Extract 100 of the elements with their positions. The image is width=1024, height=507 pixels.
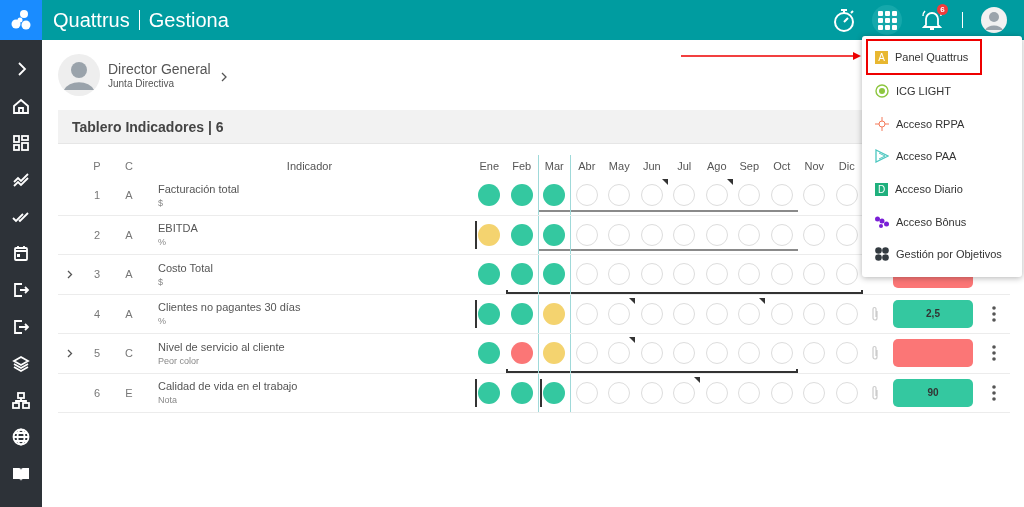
month-status-circle[interactable] <box>543 223 566 246</box>
indicator-name: Calidad de vida en el trabajo <box>158 380 299 393</box>
stopwatch-icon[interactable] <box>832 7 856 33</box>
notification-badge: 6 <box>937 4 948 15</box>
apps-grid-button[interactable] <box>872 5 902 35</box>
target-icon <box>875 84 889 99</box>
app-letter-icon: A <box>875 50 888 64</box>
dashboard-icon[interactable] <box>12 134 30 152</box>
user-avatar[interactable] <box>981 7 1007 33</box>
paperclip-icon[interactable] <box>871 305 879 322</box>
logo-icon[interactable] <box>0 0 42 40</box>
paperclip-icon[interactable] <box>871 345 879 362</box>
indicator-name: Facturación total <box>158 182 241 195</box>
month-status-circle[interactable] <box>478 184 501 207</box>
category-cell-text: A <box>124 189 134 202</box>
expand-chevron-icon[interactable] <box>67 348 73 358</box>
month-status-circle[interactable] <box>478 223 501 246</box>
value-tag: 90 <box>893 378 973 407</box>
column-header: P <box>92 159 102 172</box>
expand-chevron-icon[interactable] <box>67 269 73 279</box>
month-status-circle[interactable] <box>510 184 533 207</box>
indicator-unit: % <box>158 316 167 327</box>
four-dots-icon <box>875 247 889 262</box>
profile-avatar <box>58 54 100 96</box>
calendar-icon[interactable] <box>12 244 30 263</box>
month-status-circle[interactable] <box>478 302 501 325</box>
indicator-unit: $ <box>158 197 164 208</box>
layers-icon[interactable] <box>12 354 30 373</box>
value-tag: 2,5 <box>893 299 973 328</box>
indicator-unit: Peor color <box>158 355 201 366</box>
category-cell-text: E <box>124 386 134 399</box>
indicator-name: Costo Total <box>158 261 214 274</box>
more-options-icon[interactable] <box>992 305 996 322</box>
month-status-circle[interactable] <box>510 302 533 325</box>
position-cell-text: 3 <box>92 268 102 281</box>
month-header: Abr <box>577 158 597 174</box>
profile-name: Director General <box>108 61 211 77</box>
position-cell-text: 5 <box>92 347 102 360</box>
menu-item[interactable]: A Panel Quattrus <box>866 39 982 75</box>
month-status-circle[interactable] <box>478 263 501 286</box>
column-header: C <box>124 159 134 172</box>
month-status-circle[interactable] <box>543 263 566 286</box>
exit-icon[interactable] <box>12 317 30 336</box>
month-status-circle[interactable] <box>510 381 533 404</box>
indicator-unit: % <box>158 237 167 248</box>
month-header: Dic <box>837 158 856 174</box>
app-title: Quattrus <box>53 8 130 32</box>
panel-title: Tablero Indicadores | 6 <box>72 118 224 135</box>
column-header: Indicador <box>285 159 334 172</box>
month-status-circle[interactable] <box>478 342 501 365</box>
crosshair-icon <box>875 116 889 131</box>
indicator-name: EBITDA <box>158 222 199 235</box>
menu-item[interactable]: Acceso RPPA <box>862 107 1022 141</box>
position-cell-text: 2 <box>92 228 102 241</box>
more-options-icon[interactable] <box>992 345 996 362</box>
month-status-circle[interactable] <box>543 184 566 207</box>
more-options-icon[interactable] <box>992 384 996 401</box>
month-header: Sep <box>738 158 761 174</box>
month-header: Ago <box>705 158 728 174</box>
bell-icon[interactable] <box>920 8 944 32</box>
month-header: Feb <box>511 158 533 174</box>
menu-item[interactable]: D Acceso Diario <box>862 172 1022 206</box>
position-cell-text: 6 <box>92 386 102 399</box>
position-cell-text: 4 <box>92 307 102 320</box>
indicator-unit: Nota <box>158 395 178 406</box>
month-status-circle[interactable] <box>478 381 501 404</box>
indicator-name: Nivel de servicio al cliente <box>158 340 286 353</box>
profile-group: Junta Directiva <box>108 78 211 89</box>
month-status-circle[interactable] <box>543 381 566 404</box>
month-status-circle[interactable] <box>543 302 566 325</box>
month-status-circle[interactable] <box>510 263 533 286</box>
menu-item[interactable]: Acceso Bônus <box>862 205 1022 238</box>
month-header: Oct <box>772 158 792 174</box>
month-status-circle[interactable] <box>510 342 533 365</box>
home-icon[interactable] <box>12 97 30 116</box>
app-letter-icon: D <box>875 182 888 196</box>
month-header: Mar <box>538 155 571 176</box>
month-status-circle[interactable] <box>510 223 533 246</box>
hierarchy-icon[interactable] <box>12 391 30 410</box>
molecule-dots-icon <box>875 214 889 229</box>
category-cell-text: A <box>124 228 134 241</box>
menu-item[interactable]: Acceso PAA <box>862 140 1022 173</box>
play-triangle-icon <box>875 149 889 164</box>
position-cell-text: 1 <box>92 189 102 202</box>
month-header: Nov <box>803 158 826 174</box>
menu-item[interactable]: ICG LIGHT <box>862 75 1022 108</box>
menu-item[interactable]: Gestión por Objetivos <box>862 237 1022 271</box>
paperclip-icon[interactable] <box>871 384 879 401</box>
category-cell-text: C <box>124 347 134 360</box>
trend-chart-icon[interactable] <box>12 170 30 189</box>
chevron-right-icon[interactable] <box>220 72 228 82</box>
month-header: May <box>607 158 631 174</box>
indicator-name: Clientes no pagantes 30 días <box>158 301 302 314</box>
app-subtitle: Gestiona <box>148 8 229 32</box>
month-header: Jun <box>641 158 662 174</box>
month-header: Jul <box>676 158 693 174</box>
globe-icon[interactable] <box>12 428 30 447</box>
category-cell-text: A <box>124 268 134 281</box>
indicator-unit: $ <box>158 276 164 287</box>
month-status-circle[interactable] <box>543 342 566 365</box>
